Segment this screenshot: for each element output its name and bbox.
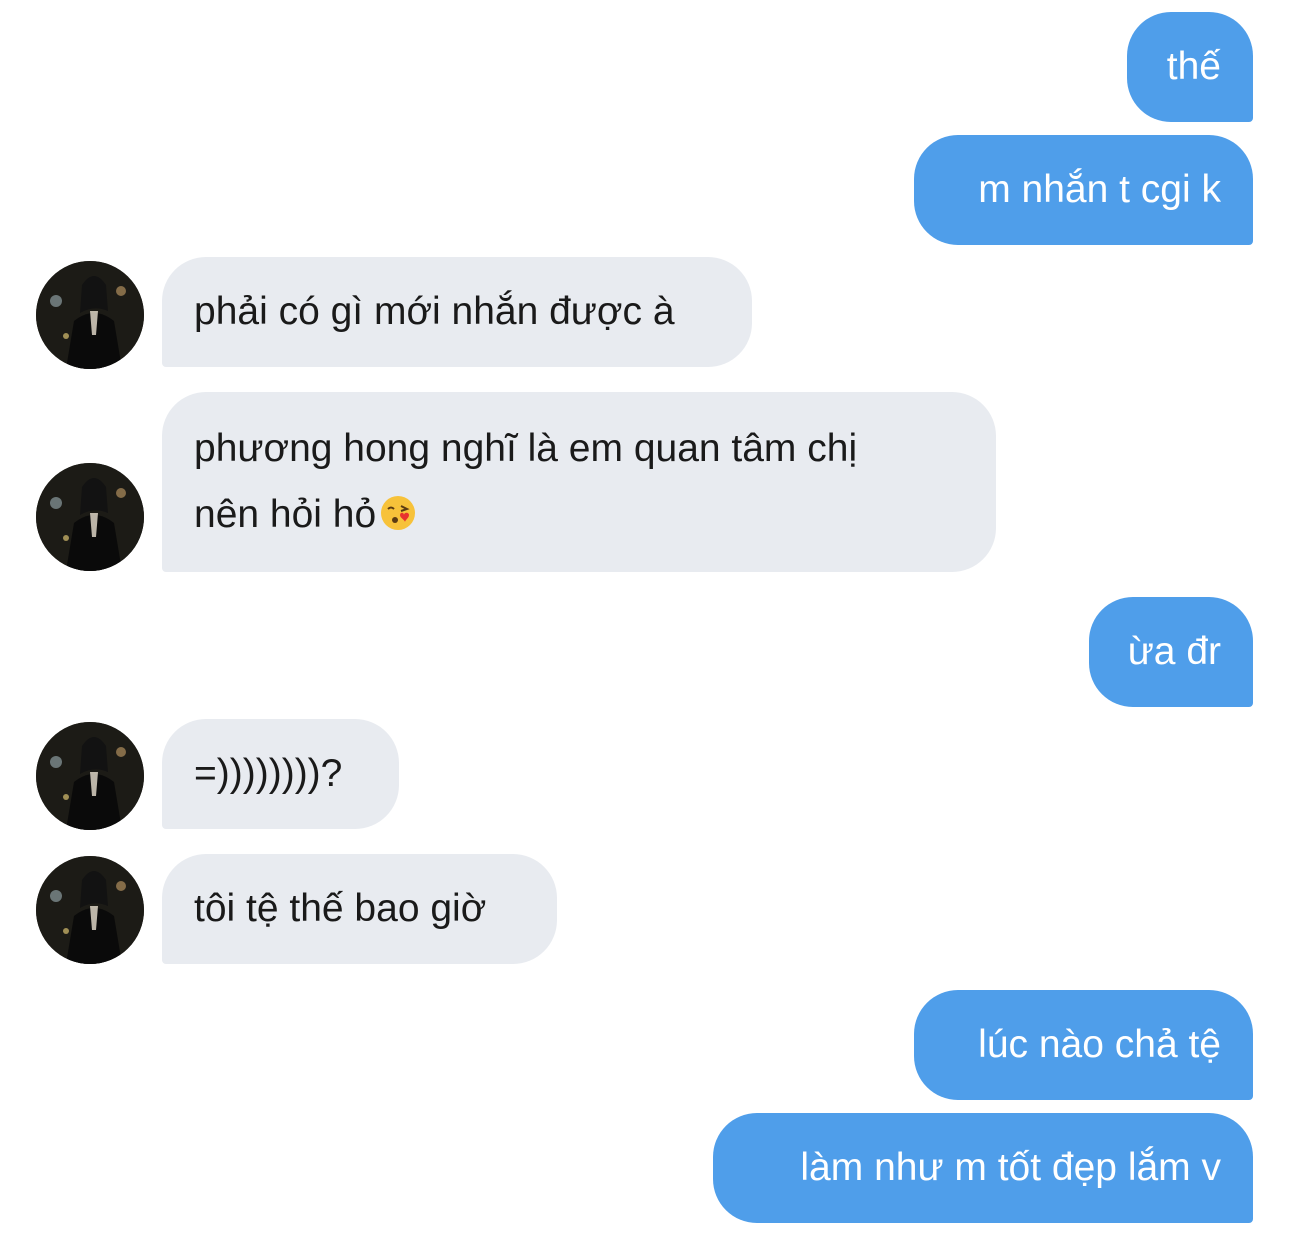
message-line-with-emoji: nên hỏi hỏ [194, 482, 976, 548]
message-line-text: nên hỏi hỏ [194, 493, 377, 536]
sent-message[interactable]: m nhắn t cgi k [914, 135, 1253, 245]
contact-avatar[interactable] [36, 856, 144, 964]
avatar-photo-icon [36, 463, 144, 571]
message-line: phương hong nghĩ là em quan tâm chị [194, 427, 858, 470]
contact-avatar[interactable] [36, 722, 144, 830]
contact-avatar[interactable] [36, 463, 144, 571]
sent-message[interactable]: làm như m tốt đẹp lắm v [713, 1113, 1253, 1223]
avatar-photo-icon [36, 722, 144, 830]
sent-message[interactable]: lúc nào chả tệ [914, 990, 1253, 1100]
received-message[interactable]: phải có gì mới nhắn được à [162, 257, 752, 367]
avatar-photo-icon [36, 856, 144, 964]
contact-avatar[interactable] [36, 261, 144, 369]
received-message[interactable]: tôi tệ thế bao giờ [162, 854, 557, 964]
sent-message[interactable]: thế [1127, 12, 1253, 122]
received-message[interactable]: phương hong nghĩ là em quan tâm chị nên … [162, 392, 996, 572]
sent-message[interactable]: ừa đr [1089, 597, 1253, 707]
received-message[interactable]: =))))))))? [162, 719, 399, 829]
face-blowing-kiss-icon [381, 496, 416, 530]
avatar-photo-icon [36, 261, 144, 369]
chat-thread: thế m nhắn t cgi k phải có gì mới nhắn đ… [0, 0, 1290, 1243]
